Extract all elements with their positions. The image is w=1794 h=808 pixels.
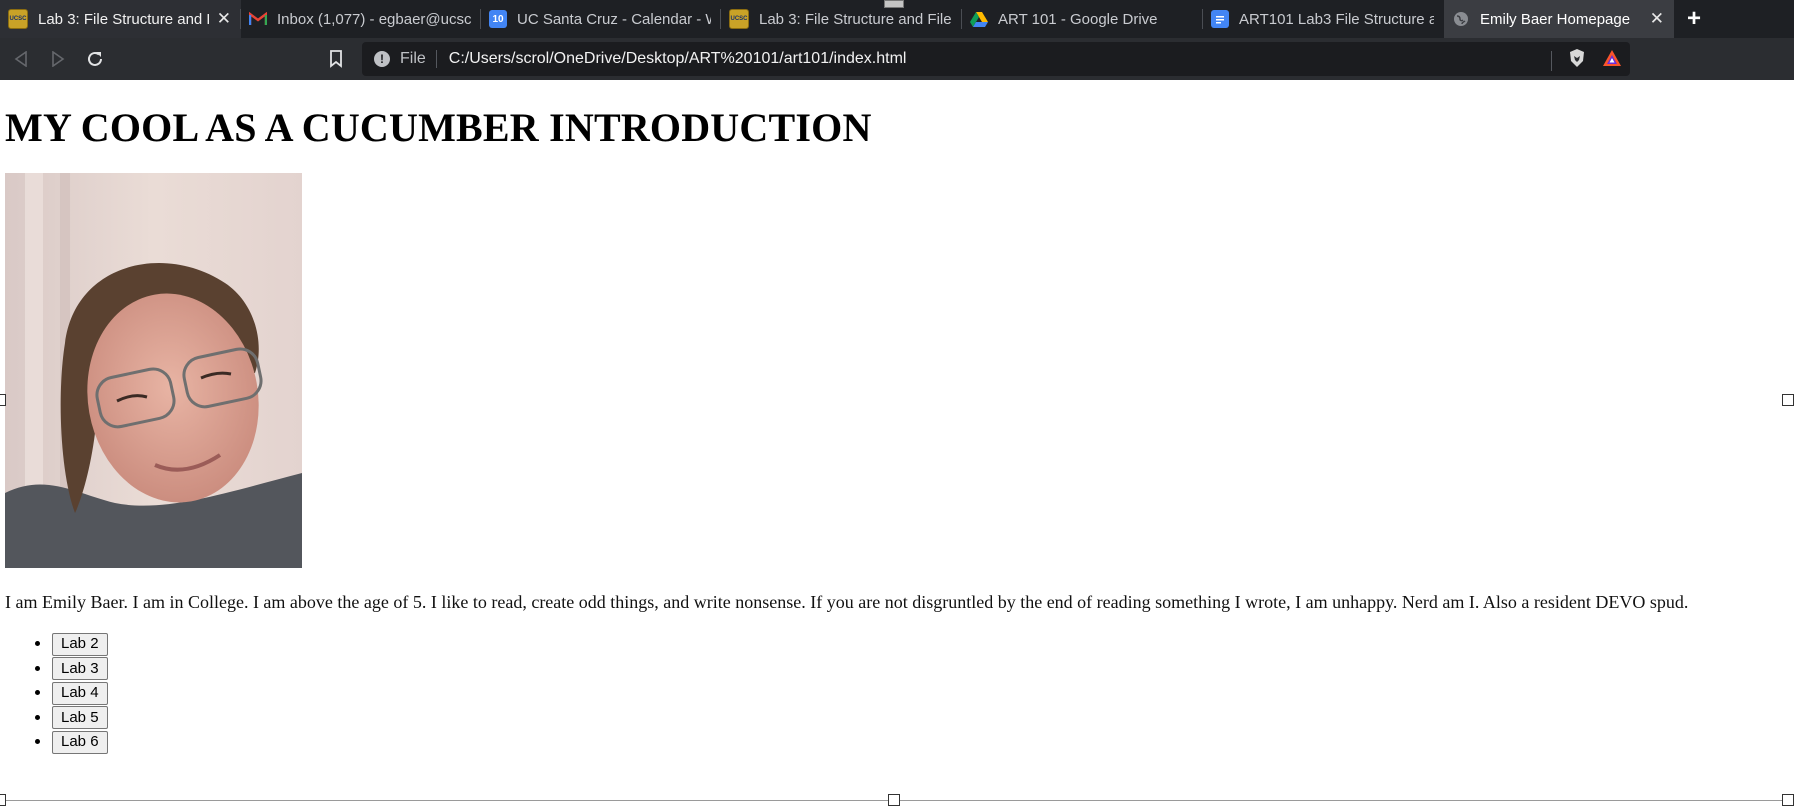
divider [1551,50,1552,71]
lab-5-button[interactable]: Lab 5 [52,706,108,730]
tab-title: Inbox (1,077) - egbaer@ucsc.ed [277,10,471,28]
window-resize-handle[interactable] [884,0,904,8]
list-item: Lab 6 [52,728,108,754]
scheme-label: File [400,50,437,68]
resize-handle-right[interactable] [1782,394,1794,406]
close-icon[interactable]: ✕ [1650,9,1664,29]
lab-list: Lab 2 Lab 3 Lab 4 Lab 5 Lab 6 [0,630,108,754]
browser-toolbar: ! File C:/Users/scrol/OneDrive/Desktop/A… [0,38,1794,80]
new-tab-button[interactable]: + [1674,0,1714,38]
bookmark-icon[interactable] [323,46,349,72]
tab-title: Lab 3: File Structure and File [38,10,209,28]
list-item: Lab 3 [52,655,108,681]
lab-3-button[interactable]: Lab 3 [52,657,108,681]
brave-rewards-icon[interactable] [1602,49,1622,72]
tab-lab3-file-transfer[interactable]: UCSC Lab 3: File Structure and File Tra [721,0,962,38]
list-item: Lab 5 [52,704,108,730]
url-text[interactable]: C:/Users/scrol/OneDrive/Desktop/ART%2010… [437,50,907,68]
tab-lab3-file-structure[interactable]: UCSC Lab 3: File Structure and File ✕ [0,0,241,38]
back-icon[interactable] [8,46,34,72]
tab-title: ART101 Lab3 File Structure and [1239,10,1434,28]
page-content: MY COOL AS A CUCUMBER INTRODUCTION I am … [0,80,1794,808]
tab-title: Lab 3: File Structure and File Tra [759,10,952,28]
resize-handle-left[interactable] [0,394,6,406]
lab-4-button[interactable]: Lab 4 [52,681,108,705]
ucsc-icon: UCSC [729,9,749,29]
tab-google-drive[interactable]: ART 101 - Google Drive [962,0,1203,38]
lab-2-button[interactable]: Lab 2 [52,632,108,656]
brave-shields-icon[interactable] [1568,48,1586,73]
page-heading: MY COOL AS A CUCUMBER INTRODUCTION [5,105,872,150]
resize-handle-corner[interactable] [1782,794,1794,806]
reload-icon[interactable] [82,46,108,72]
tab-google-docs[interactable]: ART101 Lab3 File Structure and [1203,0,1444,38]
ucsc-icon: UCSC [8,9,28,29]
tab-emily-baer-homepage[interactable]: Emily Baer Homepage ✕ [1444,0,1674,38]
calendar-icon: 10 [489,10,507,28]
drive-icon [970,10,988,28]
lab-6-button[interactable]: Lab 6 [52,730,108,754]
bio-paragraph: I am Emily Baer. I am in College. I am a… [5,592,1689,612]
globe-icon [1452,10,1470,28]
tab-title: ART 101 - Google Drive [998,10,1158,28]
gmail-icon [249,10,267,28]
resize-handle-corner-left[interactable] [0,794,6,806]
docs-icon [1211,10,1229,28]
site-info-icon[interactable]: ! [374,51,390,67]
address-bar[interactable]: ! File C:/Users/scrol/OneDrive/Desktop/A… [362,42,1630,76]
forward-icon[interactable] [45,46,71,72]
tab-ucsc-calendar[interactable]: 10 UC Santa Cruz - Calendar - Wee [481,0,721,38]
close-icon[interactable]: ✕ [217,9,231,29]
list-item: Lab 2 [52,630,108,656]
list-item: Lab 4 [52,679,108,705]
tab-title: UC Santa Cruz - Calendar - Wee [517,10,711,28]
tab-gmail-inbox[interactable]: Inbox (1,077) - egbaer@ucsc.ed [241,0,481,38]
resize-handle-bottom[interactable] [888,794,900,806]
profile-photo [5,173,302,568]
tab-title: Emily Baer Homepage [1480,10,1631,28]
